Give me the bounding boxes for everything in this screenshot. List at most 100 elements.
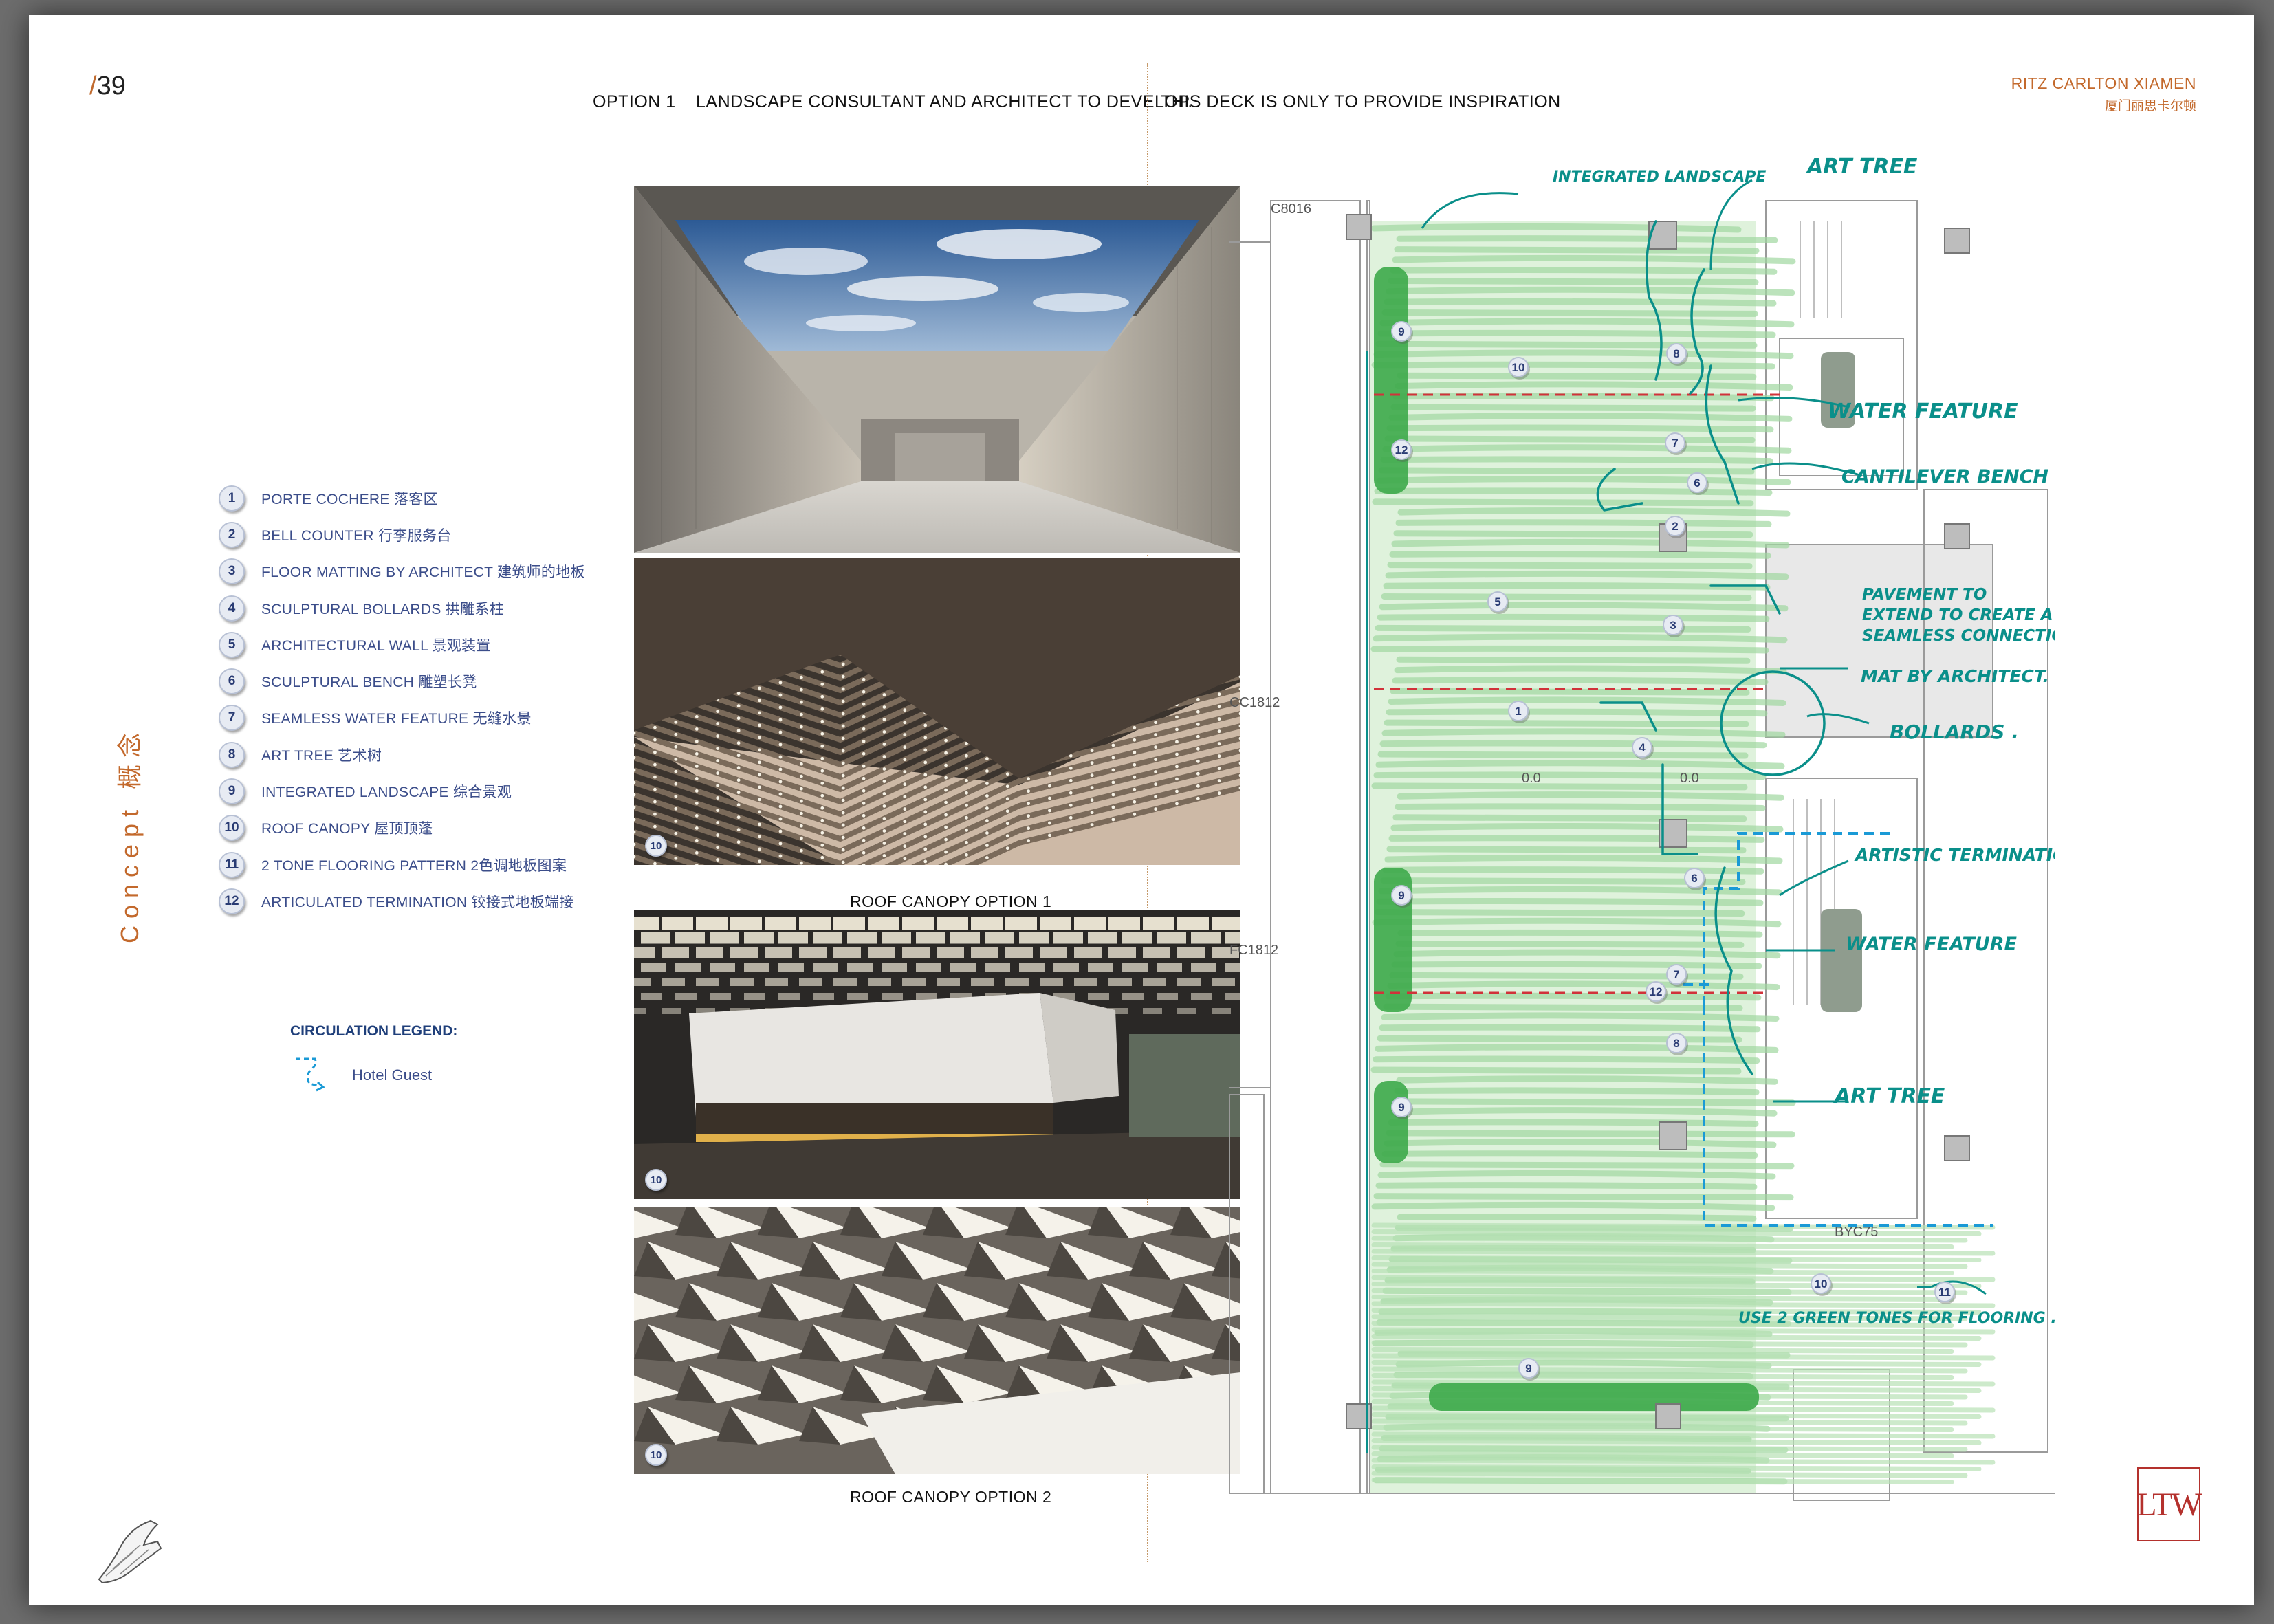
- legend-number-badge: 4: [219, 595, 245, 622]
- legend-item: 8 ART TREE 艺术树: [219, 736, 585, 773]
- legend-number-badge: 3: [219, 558, 245, 585]
- legend-number-badge: 11: [219, 851, 245, 878]
- legend-label: ART TREE 艺术树: [261, 747, 382, 764]
- plan-label: FC1812: [1229, 943, 1278, 958]
- glove-sketch-icon: [98, 1519, 162, 1584]
- site-plan-sketch: C8016 CC1812 FC1812 BYC75 0.0 0.0 INTEGR…: [1229, 146, 2094, 1514]
- annotation-two-green-tones: USE 2 GREEN TONES FOR FLOORING .: [1738, 1310, 2055, 1327]
- legend-number-badge: 12: [219, 888, 245, 914]
- legend-number-badge: 2: [219, 521, 245, 548]
- plan-marker-num: 1: [1515, 705, 1521, 718]
- plan-marker-num: 9: [1525, 1362, 1531, 1375]
- plan-marker-num: 11: [1938, 1286, 1951, 1299]
- annotation-pavement: PAVEMENT TO EXTEND TO CREATE A SEAMLESS CO…: [1862, 586, 2078, 645]
- legend-label: SEAMLESS WATER FEATURE 无缝水景: [261, 711, 532, 727]
- legend-item: 11 2 TONE FLOORING PATTERN 2色调地板图案: [219, 846, 585, 883]
- plan-marker-num: 2: [1672, 520, 1678, 533]
- annotation-bollards: BOLLARDS .: [1890, 721, 2019, 743]
- legend-number-badge: 5: [219, 631, 245, 658]
- legend-label: ARTICULATED TERMINATION 铰接式地板端接: [261, 894, 574, 910]
- legend-item: 7 SEAMLESS WATER FEATURE 无缝水景: [219, 700, 585, 736]
- plan-marker-num: 5: [1494, 595, 1500, 608]
- caption-option-2: ROOF CANOPY OPTION 2: [850, 1488, 1052, 1506]
- plan-label: C8016: [1271, 201, 1311, 217]
- legend-number-badge: 8: [219, 741, 245, 768]
- circulation-legend-item: Hotel Guest: [290, 1055, 432, 1096]
- legend-label: SCULPTURAL BOLLARDS 拱雕系柱: [261, 601, 505, 617]
- legend-label: BELL COUNTER 行李服务台: [261, 527, 452, 544]
- legend-label: ROOF CANOPY 屋顶顶蓬: [261, 821, 433, 837]
- annotation-artistic-termination: ARTISTIC TERMINATION .: [1854, 845, 2055, 865]
- plan-marker-num: 12: [1395, 443, 1408, 457]
- legend-item: 5 ARCHITECTURAL WALL 景观装置: [219, 626, 585, 663]
- legend-list: 1 PORTE COCHERE 落客区 2 BELL COUNTER 行李服务台 3 FL…: [219, 480, 585, 920]
- legend-item: 12 ARTICULATED TERMINATION 铰接式地板端接: [219, 883, 585, 919]
- page-number: /39: [89, 72, 126, 100]
- plan-marker-num: 10: [1815, 1277, 1828, 1291]
- dashed-arrow-icon: [296, 1057, 325, 1092]
- header-note-left: LANDSCAPE CONSULTANT AND ARCHITECT TO DE…: [696, 92, 1193, 111]
- legend-label: PORTE COCHERE 落客区: [261, 491, 438, 507]
- plan-marker-num: 7: [1672, 437, 1678, 450]
- legend-label: FLOOR MATTING BY ARCHITECT 建筑师的地板: [261, 564, 585, 581]
- marker-badge-num: 10: [645, 835, 667, 857]
- legend-item: 1 PORTE COCHERE 落客区: [219, 480, 585, 516]
- marker-badge: 10: [645, 835, 667, 857]
- marker-badge-num: 10: [645, 1444, 667, 1466]
- legend-label: 2 TONE FLOORING PATTERN 2色调地板图案: [261, 857, 567, 874]
- photo-lobby-ceiling: 10: [634, 910, 1240, 1199]
- photo-slat-ceiling: 10: [634, 558, 1240, 865]
- option-label: OPTION 1: [593, 92, 676, 111]
- plan-marker-num: 12: [1650, 985, 1663, 998]
- marker-badge-num: 10: [645, 1169, 667, 1191]
- legend-item: 6 SCULPTURAL BENCH 雕塑长凳: [219, 663, 585, 699]
- plan-marker-num: 10: [1512, 361, 1525, 374]
- annotation-water-feature: WATER FEATURE: [1828, 399, 2018, 424]
- annotation-mat: MAT BY ARCHITECT.: [1861, 666, 2049, 686]
- plan-marker-num: 7: [1673, 968, 1679, 981]
- plan-marker-num: 3: [1670, 619, 1676, 632]
- brand-name-zh: 厦门丽思卡尔顿: [2104, 99, 2196, 113]
- legend-item: 9 INTEGRATED LANDSCAPE 综合景观: [219, 773, 585, 809]
- legend-item: 10 ROOF CANOPY 屋顶顶蓬: [219, 810, 585, 846]
- photo-skylight-corridor: [634, 186, 1240, 553]
- marker-badge: 10: [645, 1169, 667, 1191]
- ltw-logo: LTW: [2136, 1467, 2202, 1541]
- legend-label: SCULPTURAL BENCH 雕塑长凳: [261, 674, 477, 691]
- caption-option-1: ROOF CANOPY OPTION 1: [850, 892, 1052, 910]
- plan-label: 0.0: [1522, 771, 1541, 786]
- presentation-page: /39 OPTION 1 LANDSCAPE CONSULTANT AND AR…: [29, 15, 2254, 1605]
- legend-number-badge: 7: [219, 705, 245, 732]
- plan-marker-num: 6: [1694, 476, 1700, 490]
- side-title: Concept 概念: [116, 725, 144, 943]
- plan-marker-num: 9: [1398, 1101, 1404, 1114]
- plan-label: 0.0: [1680, 771, 1699, 786]
- annotation-integrated-landscape: INTEGRATED LANDSCAPE: [1553, 168, 1766, 186]
- annotation-water-feature-2: WATER FEATURE: [1846, 934, 2018, 955]
- annotation-cantilever-bench: CANTILEVER BENCH: [1841, 466, 2048, 487]
- plan-marker-num: 6: [1691, 872, 1697, 885]
- brand-block: RITZ CARLTON XIAMEN 厦门丽思卡尔顿: [2011, 74, 2196, 114]
- plan-label: BYC75: [1835, 1225, 1878, 1240]
- legend-item: 3 FLOOR MATTING BY ARCHITECT 建筑师的地板: [219, 553, 585, 590]
- legend-number-badge: 6: [219, 668, 245, 695]
- header-note-right: THIS DECK IS ONLY TO PROVIDE INSPIRATION: [1161, 92, 1561, 111]
- annotation-pavement-text: PAVEMENT TO EXTEND TO CREATE A SEAMLESS CO…: [1862, 586, 2055, 645]
- circulation-legend-label: Hotel Guest: [352, 1066, 433, 1084]
- plan-marker-num: 9: [1398, 325, 1404, 338]
- annotation-art-tree: ART TREE: [1806, 155, 1918, 179]
- legend-number-badge: 9: [219, 778, 245, 805]
- legend-label: ARCHITECTURAL WALL 景观装置: [261, 637, 491, 654]
- page-number-value: 39: [96, 72, 126, 100]
- plan-marker-num: 8: [1673, 347, 1679, 360]
- legend-number-badge: 1: [219, 485, 245, 512]
- annotation-art-tree-2: ART TREE: [1833, 1084, 1945, 1108]
- legend-label: INTEGRATED LANDSCAPE 综合景观: [261, 784, 512, 801]
- legend-number-badge: 10: [219, 815, 245, 842]
- plan-marker-num: 8: [1673, 1037, 1679, 1050]
- plan-marker-num: 4: [1639, 741, 1646, 754]
- photo-faceted-ceiling: 10: [634, 1207, 1240, 1474]
- circulation-legend-title: CIRCULATION LEGEND:: [290, 1023, 458, 1039]
- marker-badge: 10: [645, 1444, 667, 1466]
- plan-label: CC1812: [1229, 695, 1280, 710]
